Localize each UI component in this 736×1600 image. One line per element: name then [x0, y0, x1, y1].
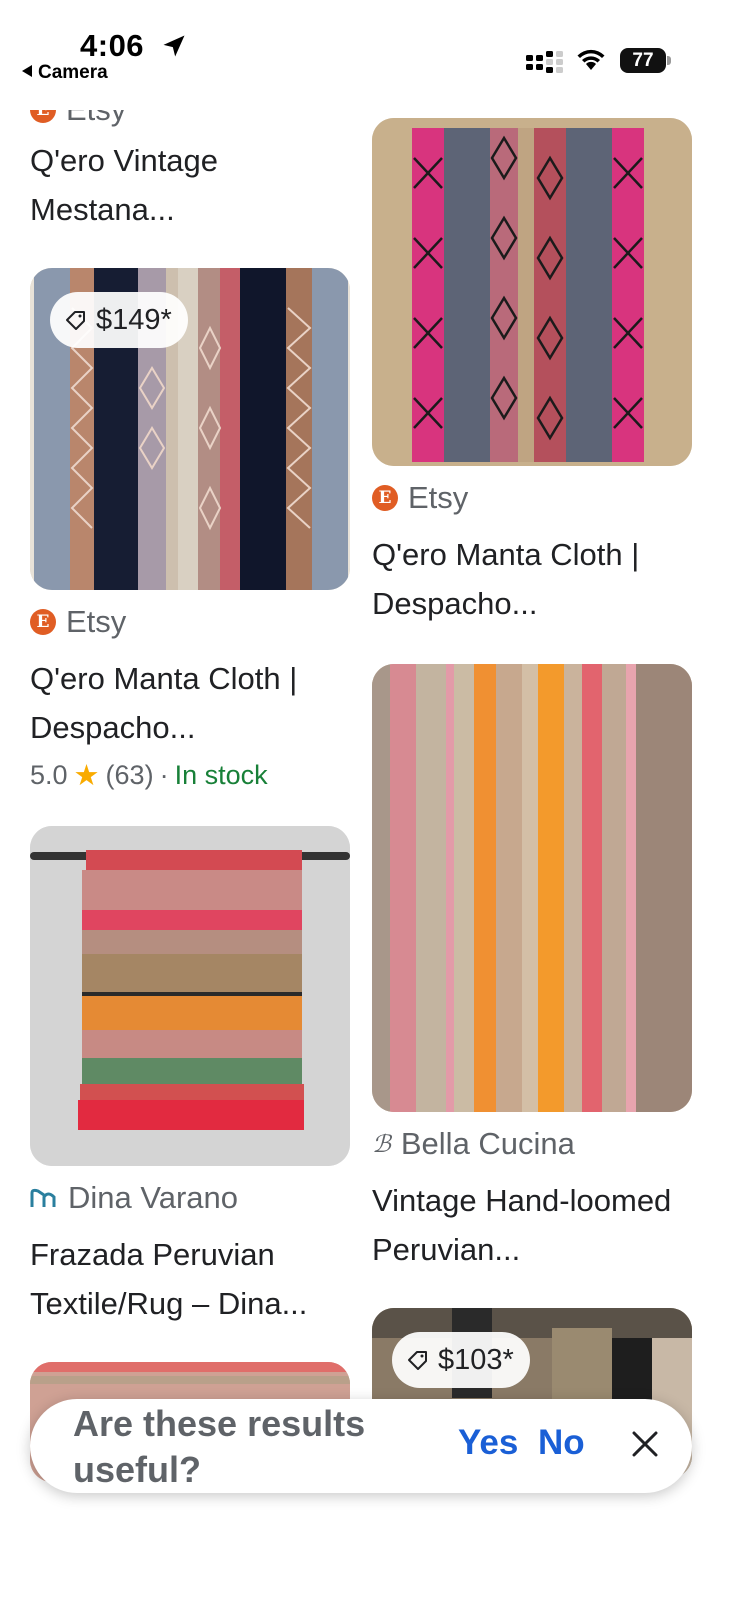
price-badge: $149*	[50, 292, 188, 348]
result-title[interactable]: Frazada Peruvian Textile/Rug – Dina...	[30, 1230, 360, 1328]
price-tag-icon	[66, 311, 85, 330]
close-icon[interactable]	[630, 1429, 660, 1459]
feedback-prompt: Are these results useful? Yes No	[30, 1399, 692, 1493]
battery-level: 77	[620, 48, 666, 73]
striped-textile-image	[372, 664, 692, 1112]
result-source: EEtsy	[30, 604, 126, 640]
wifi-icon	[577, 49, 605, 70]
price-tag-icon	[408, 1351, 427, 1370]
result-image[interactable]	[372, 118, 692, 466]
star-icon: ★	[73, 760, 100, 792]
result-source: EEtsy	[372, 480, 468, 516]
result-rating: 5.0 ★ (63) · In stock	[30, 760, 268, 792]
price-value: $149*	[96, 303, 172, 336]
result-source: Dina Varano	[30, 1180, 238, 1216]
back-to-camera-link[interactable]: Camera	[22, 62, 108, 84]
rug-image	[30, 826, 350, 1166]
rating-value: 5.0	[30, 760, 68, 790]
status-time: 4:06	[80, 28, 145, 63]
result-title[interactable]: Vintage Hand-loomed Peruvian...	[372, 1176, 702, 1274]
etsy-logo-icon: E	[372, 485, 398, 511]
price-value: $103*	[438, 1343, 514, 1376]
back-arrow-icon	[22, 65, 32, 77]
manta-image	[372, 118, 692, 466]
price-badge: $103*	[392, 1332, 530, 1388]
result-title[interactable]: Q'ero Manta Cloth | Despacho...	[30, 654, 360, 752]
feedback-yes-button[interactable]: Yes	[458, 1423, 518, 1463]
feedback-question: Are these results useful?	[73, 1403, 366, 1490]
result-image[interactable]	[372, 664, 692, 1112]
back-label: Camera	[38, 62, 108, 83]
battery-icon: 77	[620, 48, 672, 73]
cellular-signal-icon	[526, 51, 563, 73]
dina-varano-logo-icon	[30, 1188, 56, 1207]
result-title[interactable]: Q'ero Vintage Mestana...	[30, 136, 360, 234]
feedback-no-button[interactable]: No	[538, 1423, 585, 1463]
availability-status: In stock	[174, 760, 268, 790]
result-image[interactable]	[30, 826, 350, 1166]
location-arrow-icon	[163, 35, 185, 57]
result-source: ℬ Bella Cucina	[372, 1126, 575, 1161]
status-bar: 4:06 Camera 77	[0, 0, 736, 100]
review-count: (63)	[105, 760, 154, 790]
result-title[interactable]: Q'ero Manta Cloth | Despacho...	[372, 530, 702, 628]
bella-cucina-logo-icon: ℬ	[372, 1130, 391, 1158]
etsy-logo-icon: E	[30, 609, 56, 635]
